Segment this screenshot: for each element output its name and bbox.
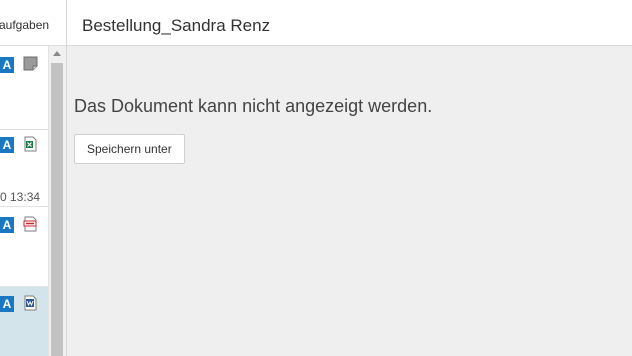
sidebar-header: aufgaben — [0, 0, 66, 46]
document-title: Bestellung_Sandra Renz — [82, 16, 271, 35]
preview-unavailable-message: Das Dokument kann nicht angezeigt werden… — [74, 96, 433, 116]
document-header: Bestellung_Sandra Renz — [67, 0, 632, 46]
assignee-badge: A — [0, 217, 14, 233]
list-item[interactable]: A 0 13:34 — [0, 130, 48, 207]
save-as-button[interactable]: Speichern unter — [74, 134, 185, 164]
scroll-thumb[interactable] — [51, 63, 63, 356]
word-file-icon — [23, 295, 38, 311]
pdf-file-icon — [23, 216, 38, 232]
sidebar-header-label: aufgaben — [0, 18, 50, 32]
scroll-up-arrow-icon[interactable] — [53, 51, 61, 56]
list-item[interactable]: A — [0, 207, 48, 287]
assignee-badge: A — [0, 57, 14, 73]
assignee-badge: A — [0, 296, 14, 312]
document-preview-area: Das Dokument kann nicht angezeigt werden… — [67, 46, 632, 356]
list-item[interactable]: A — [0, 46, 48, 130]
task-sidebar: aufgaben A A 0 13:34 A A — [0, 0, 67, 356]
excel-file-icon — [23, 136, 38, 152]
generic-file-icon — [23, 56, 38, 72]
list-item-selected[interactable]: A — [0, 287, 48, 356]
item-timestamp: 0 13:34 — [0, 190, 41, 204]
sidebar-scrollbar[interactable] — [48, 46, 66, 356]
assignee-badge: A — [0, 137, 14, 153]
